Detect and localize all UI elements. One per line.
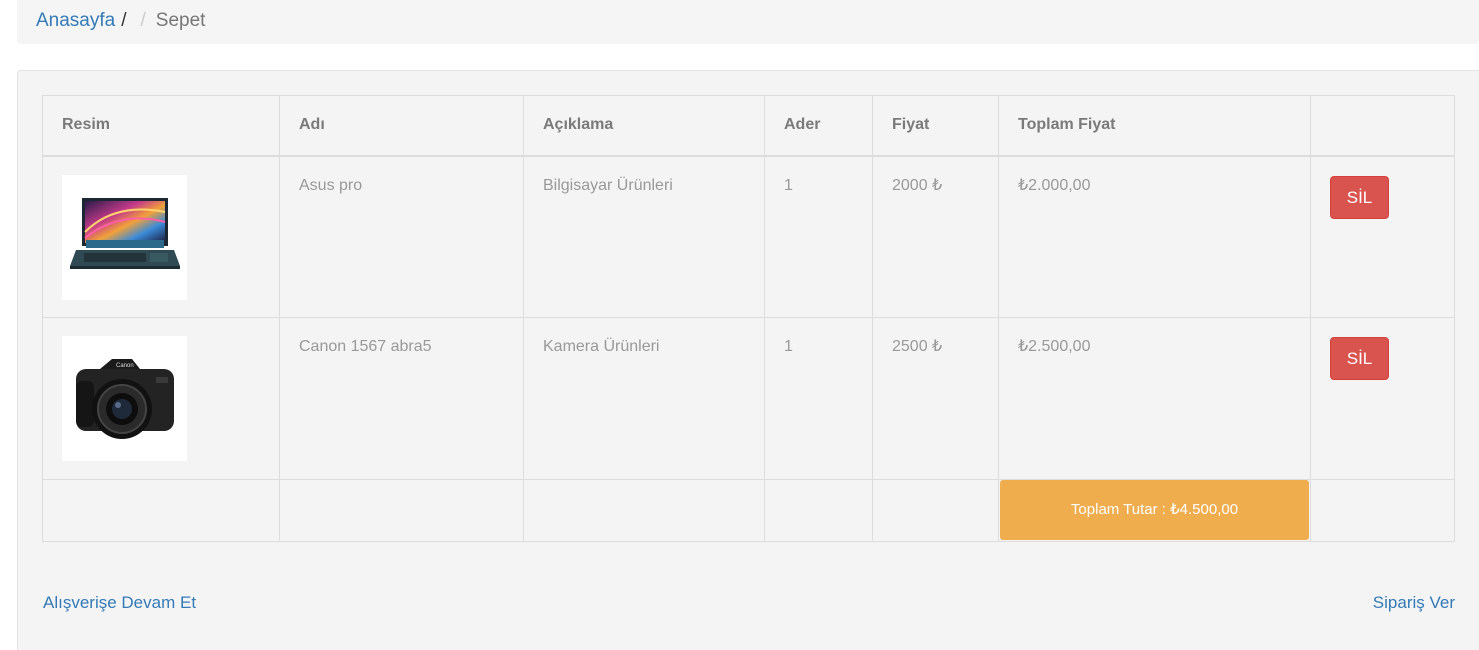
continue-shopping-link[interactable]: Alışverişe Devam Et bbox=[43, 593, 196, 613]
svg-text:Canon: Canon bbox=[116, 363, 134, 369]
product-name: Canon 1567 abra5 bbox=[279, 317, 524, 480]
empty-cell bbox=[764, 479, 873, 542]
header-actions bbox=[1310, 95, 1455, 157]
table-row: Asus pro Bilgisayar Ürünleri 1 2000 ₺ ₺2… bbox=[42, 155, 1455, 318]
product-quantity: 1 bbox=[764, 155, 873, 318]
table-row: Canon Canon 1567 abra5 Kamera Ürünleri 1… bbox=[42, 317, 1455, 480]
action-cell: SİL bbox=[1310, 155, 1455, 318]
header-quantity: Ader bbox=[764, 95, 873, 157]
empty-cell bbox=[872, 479, 999, 542]
product-price: 2000 ₺ bbox=[872, 155, 999, 318]
product-description: Bilgisayar Ürünleri bbox=[523, 155, 765, 318]
product-total: ₺2.500,00 bbox=[998, 317, 1311, 480]
laptop-image bbox=[62, 174, 187, 300]
grand-total-badge: Toplam Tutar : ₺4.500,00 bbox=[1000, 480, 1309, 540]
empty-cell bbox=[523, 479, 765, 542]
action-cell: SİL bbox=[1310, 317, 1455, 480]
header-price: Fiyat bbox=[872, 95, 999, 157]
grand-total-cell: Toplam Tutar : ₺4.500,00 bbox=[998, 479, 1311, 542]
breadcrumb-separator: / bbox=[140, 10, 146, 31]
delete-button[interactable]: SİL bbox=[1330, 175, 1389, 219]
empty-cell bbox=[42, 479, 280, 542]
breadcrumb-current: Sepet bbox=[155, 10, 206, 31]
product-description: Kamera Ürünleri bbox=[523, 317, 765, 480]
cart-panel: Resim Adı Açıklama Ader Fiyat Toplam Fiy… bbox=[17, 70, 1479, 650]
product-image-cell bbox=[42, 155, 280, 318]
breadcrumb-slash: / bbox=[121, 10, 127, 31]
empty-cell bbox=[279, 479, 524, 542]
place-order-link[interactable]: Sipariş Ver bbox=[1373, 593, 1455, 613]
total-row: Toplam Tutar : ₺4.500,00 bbox=[42, 479, 1455, 542]
header-total-price: Toplam Fiyat bbox=[998, 95, 1311, 157]
header-name: Adı bbox=[279, 95, 524, 157]
breadcrumb: Anasayfa / / Sepet bbox=[17, 0, 1479, 44]
product-name: Asus pro bbox=[279, 155, 524, 318]
header-description: Açıklama bbox=[523, 95, 765, 157]
camera-image: Canon bbox=[62, 336, 187, 461]
table-header-row: Resim Adı Açıklama Ader Fiyat Toplam Fiy… bbox=[42, 95, 1455, 157]
product-price: 2500 ₺ bbox=[872, 317, 999, 480]
header-image: Resim bbox=[42, 95, 280, 157]
delete-button[interactable]: SİL bbox=[1330, 337, 1389, 380]
cart-table: Resim Adı Açıklama Ader Fiyat Toplam Fiy… bbox=[42, 95, 1455, 542]
breadcrumb-home-link[interactable]: Anasayfa bbox=[36, 10, 115, 31]
product-total: ₺2.000,00 bbox=[998, 155, 1311, 318]
product-image-cell: Canon bbox=[42, 317, 280, 480]
empty-cell bbox=[1310, 479, 1455, 542]
product-quantity: 1 bbox=[764, 317, 873, 480]
